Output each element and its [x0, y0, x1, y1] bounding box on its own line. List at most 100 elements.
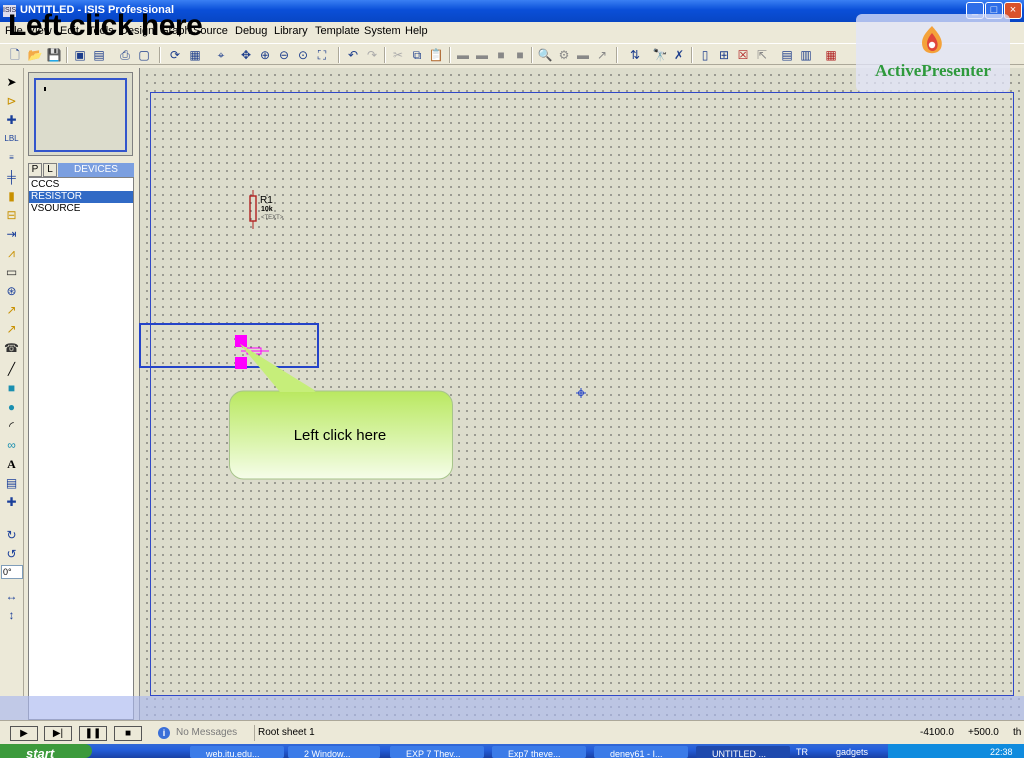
block-copy-icon[interactable]: ▬	[455, 47, 471, 63]
import-icon[interactable]: ▣	[72, 47, 88, 63]
line-icon[interactable]: ╱	[3, 361, 20, 377]
paste-icon[interactable]: 📋	[428, 47, 444, 63]
virtual-instrument-icon[interactable]: ☎	[3, 340, 20, 356]
rotate-cw-icon[interactable]: ↻	[3, 527, 20, 543]
save-icon[interactable]: 💾	[46, 47, 62, 63]
wire-autorouter-icon[interactable]: ⇅	[627, 47, 643, 63]
pause-icon[interactable]: ❚❚	[79, 726, 107, 741]
print-icon[interactable]: ⎙	[117, 47, 133, 63]
path-icon[interactable]: ∞	[3, 437, 20, 453]
device-item-cccs[interactable]: CCCS	[29, 179, 133, 191]
symbol-icon[interactable]: ▤	[3, 475, 20, 491]
start-button[interactable]: start	[0, 744, 92, 758]
junction-dot-icon[interactable]: ✚	[3, 112, 20, 128]
box-icon[interactable]: ■	[3, 380, 20, 396]
zoom-all-icon[interactable]: ⊙	[295, 47, 311, 63]
rotation-field[interactable]: 0°	[1, 565, 23, 579]
device-item-resistor[interactable]: RESISTOR	[29, 191, 133, 203]
remove-sheet-icon[interactable]: ⊞	[716, 47, 732, 63]
search-icon[interactable]: 🔭	[652, 47, 668, 63]
task-window[interactable]: 2 Window...	[288, 746, 380, 758]
origin-icon[interactable]: ⌖	[213, 47, 229, 63]
bottom-highlight-band	[0, 696, 1024, 720]
messages-status[interactable]: No Messages	[176, 727, 237, 738]
block-rotate-icon[interactable]: ■	[493, 47, 509, 63]
block-delete-icon[interactable]: ■	[512, 47, 528, 63]
menu-template[interactable]: Template	[315, 25, 360, 37]
stop-icon[interactable]: ■	[114, 726, 142, 741]
step-icon[interactable]: ▶|	[44, 726, 72, 741]
new-file-icon[interactable]: 🗋	[7, 47, 23, 63]
menu-help[interactable]: Help	[405, 25, 428, 37]
open-file-icon[interactable]: 📂	[27, 47, 43, 63]
flip-horizontal-icon[interactable]: ↔	[3, 588, 20, 604]
grid-icon[interactable]: ▦	[187, 47, 203, 63]
property-tool-icon[interactable]: ✗	[671, 47, 687, 63]
subcircuit-icon[interactable]: ▮	[3, 188, 20, 204]
devices-header: P L DEVICES	[28, 163, 134, 177]
netlist-icon[interactable]: ▤	[779, 47, 795, 63]
packaging-icon[interactable]: ▬	[575, 47, 591, 63]
overview-window[interactable]	[28, 72, 133, 156]
copy-icon[interactable]: ⧉	[409, 47, 425, 63]
overlay-caption: Left click here	[8, 9, 203, 42]
pick-button[interactable]: P	[28, 163, 42, 177]
zoom-child-icon[interactable]: ⇱	[754, 47, 770, 63]
marker-icon[interactable]: ✚	[3, 494, 20, 510]
coordinate-x: -4100.0	[920, 727, 954, 738]
bom-icon[interactable]: ▥	[798, 47, 814, 63]
voltage-probe-icon[interactable]: ↗	[3, 302, 20, 318]
erc-icon[interactable]: ▦	[823, 47, 839, 63]
menu-system[interactable]: System	[364, 25, 401, 37]
task-untitled[interactable]: UNTITLED ...	[696, 746, 790, 758]
gadgets-toolbar[interactable]: gadgets	[836, 747, 868, 757]
task-web[interactable]: web.itu.edu...	[190, 746, 284, 758]
device-item-vsource[interactable]: VSOURCE	[29, 203, 133, 215]
zoom-in-icon[interactable]: ⊕	[257, 47, 273, 63]
block-move-icon[interactable]: ▬	[474, 47, 490, 63]
mode-toolbar: ➤ ⊳ ✚ LBL ≡ ╪ ▮ ⊟ ⇥ ⩘ ▭ ⊛ ↗ ↗ ☎ ╱ ■ ● ◜ …	[0, 68, 24, 696]
selection-mode-icon[interactable]: ➤	[3, 74, 20, 90]
pan-icon[interactable]: ✥	[238, 47, 254, 63]
text-script-icon[interactable]: ≡	[3, 150, 20, 166]
wire-label-icon[interactable]: LBL	[3, 131, 20, 147]
decompose-icon[interactable]: ↗	[594, 47, 610, 63]
new-sheet-icon[interactable]: ▯	[697, 47, 713, 63]
play-icon[interactable]: ▶	[10, 726, 38, 741]
menu-debug[interactable]: Debug	[235, 25, 267, 37]
text-icon[interactable]: A	[3, 456, 20, 472]
make-device-icon[interactable]: ⚙	[556, 47, 572, 63]
flip-vertical-icon[interactable]: ↕	[3, 607, 20, 623]
zoom-area-icon[interactable]: ⛶	[314, 47, 330, 63]
language-indicator[interactable]: TR	[796, 747, 808, 757]
refresh-icon[interactable]: ⟳	[167, 47, 183, 63]
task-deney61[interactable]: deney61 - I...	[594, 746, 688, 758]
task-exp7[interactable]: EXP 7 Thev...	[390, 746, 484, 758]
component-mode-icon[interactable]: ⊳	[3, 93, 20, 109]
tape-recorder-icon[interactable]: ▭	[3, 264, 20, 280]
zoom-out-icon[interactable]: ⊖	[276, 47, 292, 63]
library-button[interactable]: L	[43, 163, 57, 177]
graph-icon[interactable]: ⩘	[3, 245, 20, 261]
menu-library[interactable]: Library	[274, 25, 308, 37]
terminal-icon[interactable]: ⊟	[3, 207, 20, 223]
undo-icon[interactable]: ↶	[345, 47, 361, 63]
toolbar-separator	[616, 47, 618, 63]
arc-icon[interactable]: ◜	[3, 418, 20, 434]
rotate-ccw-icon[interactable]: ↺	[3, 546, 20, 562]
device-pin-icon[interactable]: ⇥	[3, 226, 20, 242]
goto-sheet-icon[interactable]: ☒	[735, 47, 751, 63]
info-icon: i	[158, 727, 170, 739]
toolbar-separator	[159, 47, 161, 63]
redo-icon[interactable]: ↷	[364, 47, 380, 63]
bus-icon[interactable]: ╪	[3, 169, 20, 185]
current-probe-icon[interactable]: ↗	[3, 321, 20, 337]
circle-icon[interactable]: ●	[3, 399, 20, 415]
mark-area-icon[interactable]: ▢	[136, 47, 152, 63]
export-icon[interactable]: ▤	[91, 47, 107, 63]
task-exp7-theve[interactable]: Exp7 theve...	[492, 746, 586, 758]
cut-icon[interactable]: ✂	[390, 47, 406, 63]
toolbar-separator	[338, 47, 340, 63]
pick-device-icon[interactable]: 🔍	[537, 47, 553, 63]
generator-icon[interactable]: ⊛	[3, 283, 20, 299]
